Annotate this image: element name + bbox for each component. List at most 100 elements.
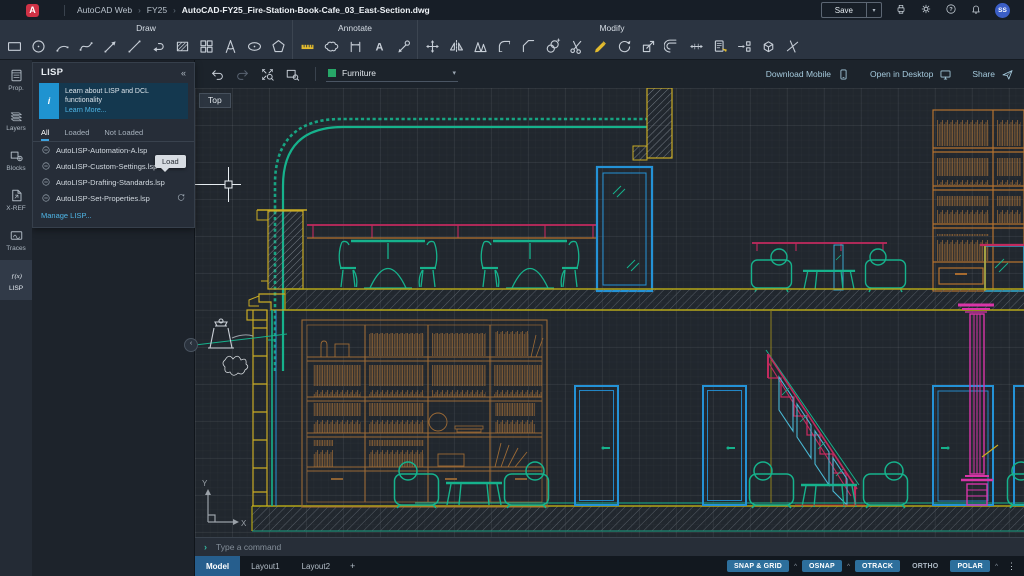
lisp-tab-loaded[interactable]: Loaded <box>64 125 89 141</box>
traces-icon <box>9 228 24 243</box>
learn-more-link[interactable]: Learn More... <box>65 106 182 115</box>
print-button[interactable] <box>895 3 907 18</box>
dimension-tool[interactable] <box>295 34 319 58</box>
sidebar-item-x-ref[interactable]: X-REF <box>0 180 32 220</box>
hatch-icon <box>174 38 191 55</box>
lisp-tab-not-loaded[interactable]: Not Loaded <box>104 125 143 141</box>
lisp-tab-all[interactable]: All <box>41 125 49 141</box>
download-mobile-button[interactable]: Download Mobile <box>766 68 850 81</box>
undo-button[interactable] <box>205 63 230 85</box>
copy-tool[interactable] <box>540 34 564 58</box>
array-tool[interactable] <box>732 34 756 58</box>
arc-tool[interactable] <box>50 34 74 58</box>
rotate-tool[interactable] <box>612 34 636 58</box>
avatar[interactable]: SS <box>995 3 1010 18</box>
toggle-otrack[interactable]: OTRACK <box>855 560 900 572</box>
offset-icon <box>664 38 681 55</box>
block-tool[interactable] <box>194 34 218 58</box>
sidebar-item-prop[interactable]: Prop. <box>0 60 32 100</box>
align-tool[interactable] <box>468 34 492 58</box>
svg-text:?: ? <box>949 7 953 13</box>
circle-tool[interactable] <box>26 34 50 58</box>
status-overflow-menu[interactable]: ⋮ <box>1007 561 1016 572</box>
zoom-window-button[interactable] <box>280 63 305 85</box>
wall-column-mid <box>633 88 672 160</box>
layout-tab-layout2[interactable]: Layout2 <box>291 556 341 576</box>
polyline-tool[interactable] <box>146 34 170 58</box>
open-in-desktop-button[interactable]: Open in Desktop <box>870 68 952 81</box>
layout-tab-model[interactable]: Model <box>195 556 240 576</box>
mirror-tool[interactable] <box>444 34 468 58</box>
revision-cloud-tool[interactable] <box>319 34 343 58</box>
drawing-canvas[interactable]: Top <box>195 88 1024 537</box>
polygon-tool[interactable] <box>266 34 290 58</box>
angle-tool[interactable] <box>218 34 242 58</box>
sidebar-item-traces[interactable]: Traces <box>0 220 32 260</box>
bookshelf-upper <box>933 110 1024 291</box>
caret-up-icon[interactable]: ^ <box>847 563 850 570</box>
line-tool[interactable] <box>122 34 146 58</box>
autocad-logo-icon[interactable]: A <box>26 4 39 17</box>
ellipse-tool[interactable] <box>242 34 266 58</box>
lisp-file-row[interactable]: AutoLISP-Drafting-Standards.lsp <box>33 174 194 190</box>
load-lisp-button[interactable] <box>176 189 186 207</box>
leader-tool[interactable] <box>391 34 415 58</box>
breadcrumb-item-fy25[interactable]: FY25 <box>147 5 167 15</box>
add-layout-button[interactable]: + <box>341 561 364 571</box>
command-input[interactable] <box>214 541 1015 553</box>
settings-button[interactable] <box>920 3 932 18</box>
stretch-tool[interactable] <box>684 34 708 58</box>
divider <box>64 5 65 16</box>
ray-tool[interactable] <box>98 34 122 58</box>
toggle-polar[interactable]: POLAR <box>950 560 990 572</box>
collapse-panel-icon[interactable]: « <box>181 68 186 78</box>
breadcrumb-item-autocad-web[interactable]: AutoCAD Web <box>77 5 132 15</box>
move-tool[interactable] <box>420 34 444 58</box>
chamfer-icon <box>520 38 537 55</box>
text-tool[interactable]: A <box>367 34 391 58</box>
toggle-osnap[interactable]: OSNAP <box>802 560 842 572</box>
match-properties-tool[interactable] <box>708 34 732 58</box>
caret-up-icon[interactable]: ^ <box>794 563 797 570</box>
save-split-button[interactable]: Save ▾ <box>821 2 882 18</box>
lisp-file-row[interactable]: AutoLISP-Set-Properties.lsp <box>33 190 194 206</box>
layer-dropdown[interactable]: Furniture ▾ <box>326 66 458 82</box>
fillet-icon <box>496 38 513 55</box>
chamfer-tool[interactable] <box>516 34 540 58</box>
layout-tab-layout1[interactable]: Layout1 <box>240 556 290 576</box>
sidebar-item-lisp[interactable]: ƒ(x)LISP <box>0 260 32 300</box>
notifications-button[interactable] <box>970 3 982 18</box>
exterior-wall-lower <box>247 310 276 506</box>
edit-pencil-tool[interactable] <box>588 34 612 58</box>
toggle-ortho[interactable]: ORTHO <box>905 560 945 572</box>
breadcrumb-item-autocad-fy25-fire-station-book[interactable]: AutoCAD-FY25_Fire-Station-Book-Cafe_03_E… <box>182 5 430 15</box>
extend-tool[interactable] <box>780 34 804 58</box>
line-icon <box>126 38 143 55</box>
scale-tool[interactable] <box>636 34 660 58</box>
view-cube-label[interactable]: Top <box>199 93 231 108</box>
share-button[interactable]: Share <box>972 68 1014 81</box>
save-menu-caret[interactable]: ▾ <box>866 3 881 17</box>
save-button[interactable]: Save <box>822 3 866 17</box>
toggle-snap-grid[interactable]: SNAP & GRID <box>727 560 789 572</box>
sidebar-item-layers[interactable]: Layers <box>0 100 32 140</box>
manage-lisp-link[interactable]: Manage LISP... <box>33 206 194 227</box>
trim-tool[interactable] <box>564 34 588 58</box>
sidebar-item-label: Layers <box>6 125 26 132</box>
rectangle-tool[interactable] <box>2 34 26 58</box>
zoom-extents-button[interactable] <box>255 63 280 85</box>
hatch-tool[interactable] <box>170 34 194 58</box>
caret-up-icon[interactable]: ^ <box>995 563 998 570</box>
offset-tool[interactable] <box>660 34 684 58</box>
dimension-linear-tool[interactable] <box>343 34 367 58</box>
redo-button[interactable] <box>230 63 255 85</box>
lisp-tabs: All Loaded Not Loaded <box>33 125 194 142</box>
sidebar-item-blocks[interactable]: Blocks <box>0 140 32 180</box>
help-button[interactable]: ? <box>945 3 957 18</box>
spline-tool[interactable] <box>74 34 98 58</box>
fillet-tool[interactable] <box>492 34 516 58</box>
ribbon-group-annotate: AnnotateA <box>292 20 417 59</box>
panel-resize-grip[interactable]: ‹ <box>184 338 198 352</box>
explode-tool[interactable] <box>756 34 780 58</box>
ucs-icon: Y X <box>202 479 247 528</box>
